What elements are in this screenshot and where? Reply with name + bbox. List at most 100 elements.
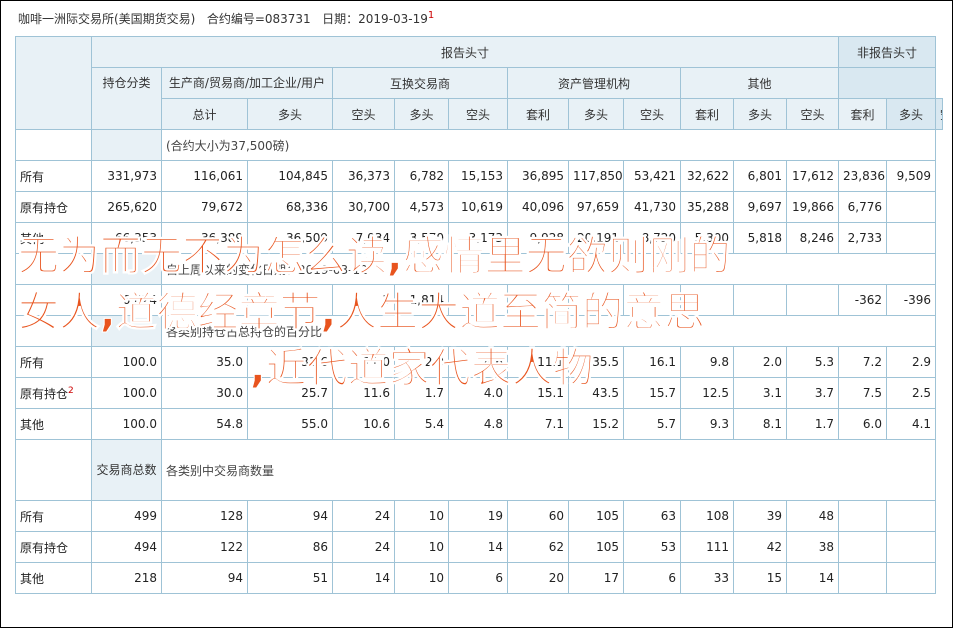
data-cell: 35,288	[680, 191, 734, 223]
corner-cell	[15, 36, 92, 130]
data-cell: 51	[247, 562, 333, 594]
report-header-line: 咖啡一洲际交易所(美国期货交易) 合约编号=083731 日期：2019-03-…	[18, 10, 434, 27]
subheader-long: 多头	[394, 98, 449, 130]
data-cell: 62	[507, 531, 569, 563]
data-cell: 16.1	[623, 346, 681, 378]
blank-cell	[91, 129, 162, 161]
traders-label	[15, 439, 92, 501]
change-body: 6,824 3 1,814 -362 -396	[15, 284, 943, 316]
data-cell: 14	[785, 562, 840, 594]
group-nonreport: 非报告头寸	[838, 36, 937, 68]
data-cell: 15	[733, 562, 787, 594]
data-cell: 19,866	[785, 191, 840, 223]
data-cell: 5.4	[394, 408, 449, 440]
row-label: 原有持仓	[15, 191, 92, 223]
traders-title: 交易商总数	[91, 439, 162, 501]
data-cell: 2.9	[886, 346, 937, 378]
data-cell: 6,782	[394, 160, 449, 192]
data-cell: 36,373	[332, 160, 395, 192]
data-cell: 40,096	[507, 191, 569, 223]
table-row: 6,824 3 1,814 -362 -396	[15, 284, 943, 316]
nonreport-blank	[838, 67, 937, 99]
data-cell	[247, 284, 333, 316]
data-cell: 7,034	[332, 222, 395, 254]
data-cell: 30,700	[332, 191, 395, 223]
data-cell	[507, 284, 569, 316]
row-label: 所有	[15, 346, 92, 378]
data-cell: 12.5	[680, 377, 734, 409]
data-cell: 43.5	[568, 377, 624, 409]
data-cell: 2,733	[838, 222, 888, 254]
row-label: 原有持仓	[15, 531, 92, 563]
data-cell: 38	[785, 531, 840, 563]
data-cell: 11.1	[507, 346, 569, 378]
row-label: 所有	[15, 160, 92, 192]
data-cell: 8,720	[623, 222, 681, 254]
data-cell: 10	[394, 500, 449, 532]
data-cell: 79,672	[161, 191, 248, 223]
footnote-mark[interactable]: 2	[68, 386, 74, 396]
data-cell	[886, 531, 937, 563]
percent-body: 所有 100.0 35.0 31.6 11.0 2.0 4.6 11.1 35.5 16.1 9.8…	[15, 346, 943, 440]
data-cell: 122	[161, 531, 248, 563]
data-cell: 11.6	[332, 377, 395, 409]
data-cell: 66,353	[91, 222, 162, 254]
date-footnote-mark[interactable]: 1	[428, 10, 434, 21]
data-cell: 17,612	[785, 160, 840, 192]
row-label: 所有	[15, 500, 92, 532]
data-cell	[838, 562, 888, 594]
data-cell: 6.0	[838, 408, 888, 440]
subheader-spread: 套利	[507, 98, 569, 130]
data-cell: 10	[394, 562, 449, 594]
data-cell: 8,246	[785, 222, 840, 254]
data-cell: 104,845	[247, 160, 333, 192]
data-cell: 14	[332, 562, 395, 594]
data-cell	[785, 284, 840, 316]
subheader-spread: 套利	[680, 98, 734, 130]
subheader-long: 多头	[247, 98, 333, 130]
data-cell	[886, 222, 937, 254]
change-note: 自上周以来的变化日期：2019-03-12	[160, 253, 937, 285]
data-cell: 60	[507, 500, 569, 532]
data-cell: 5,300	[680, 222, 734, 254]
data-cell: 4,573	[394, 191, 449, 223]
data-cell: 7.2	[838, 346, 888, 378]
col-asset: 资产管理机构	[507, 67, 681, 99]
data-cell: 5.7	[623, 408, 681, 440]
data-cell: 4.1	[886, 408, 937, 440]
data-cell: 9,697	[733, 191, 787, 223]
row-label: 其他	[15, 562, 92, 594]
data-cell	[623, 284, 681, 316]
data-cell: 33	[680, 562, 734, 594]
group-report: 报告头寸	[90, 36, 840, 68]
data-cell: 10.6	[332, 408, 395, 440]
data-cell: -362	[838, 284, 888, 316]
data-cell: 55.0	[247, 408, 333, 440]
cot-report-table: 报告头寸 非报告头寸 持仓分类 生产商/贸易商/加工企业/用户 互换交易商 资产…	[15, 36, 943, 594]
data-cell: 19	[448, 500, 508, 532]
data-cell: 36,389	[161, 222, 248, 254]
data-cell: 39	[733, 500, 787, 532]
data-cell	[886, 500, 937, 532]
data-cell: 331,973	[91, 160, 162, 192]
data-cell: 86	[247, 531, 333, 563]
table-row: 所有 499 128 94 24 10 19 60 105 63 108 39 48	[15, 500, 943, 532]
data-cell	[680, 284, 734, 316]
data-cell: 24	[332, 531, 395, 563]
data-cell: 97,659	[568, 191, 624, 223]
data-cell: 94	[247, 500, 333, 532]
contract-size-note: (合约大小为37,500磅)	[160, 129, 937, 161]
data-cell: 2.0	[733, 346, 787, 378]
data-cell: 7.5	[838, 377, 888, 409]
data-cell	[886, 562, 937, 594]
subheader-short: 空头	[623, 98, 681, 130]
data-cell: 1,814	[394, 284, 449, 316]
traders-body: 所有 499 128 94 24 10 19 60 105 63 108 39 48 原有持仓 494 122…	[15, 500, 943, 594]
data-cell: 48	[785, 500, 840, 532]
data-cell: 10	[394, 531, 449, 563]
data-cell: 105	[568, 531, 624, 563]
pct-label	[15, 315, 92, 347]
change-label	[15, 253, 92, 285]
data-cell: 105	[568, 500, 624, 532]
data-cell: 94	[161, 562, 248, 594]
